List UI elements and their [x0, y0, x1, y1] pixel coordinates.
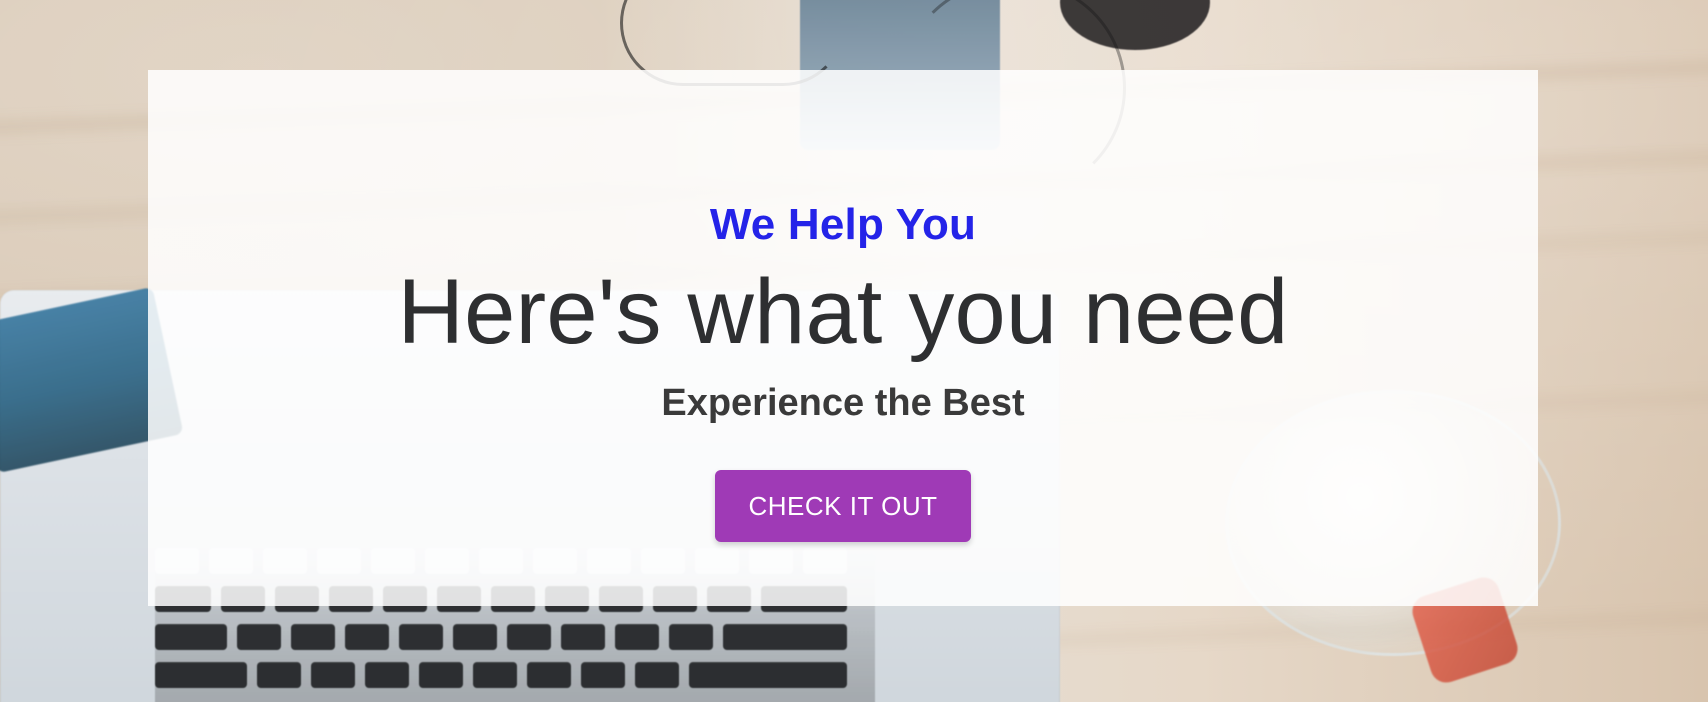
background-key [453, 624, 497, 650]
background-key [581, 662, 625, 688]
background-key [723, 624, 847, 650]
background-key [635, 662, 679, 688]
background-key [237, 624, 281, 650]
background-key [419, 662, 463, 688]
hero-card: We Help You Here's what you need Experie… [148, 70, 1538, 606]
background-key [257, 662, 301, 688]
background-key [155, 624, 227, 650]
background-key [365, 662, 409, 688]
background-key [689, 662, 847, 688]
hero-headline: Here's what you need [397, 261, 1289, 363]
background-key [311, 662, 355, 688]
background-key [669, 624, 713, 650]
background-key [507, 624, 551, 650]
background-key [615, 624, 659, 650]
hero-subheadline: Experience the Best [661, 382, 1025, 424]
background-key [155, 662, 247, 688]
background-key [399, 624, 443, 650]
check-it-out-button[interactable]: CHECK IT OUT [715, 470, 971, 542]
hero-content: We Help You Here's what you need Experie… [148, 70, 1538, 606]
hero-kicker: We Help You [709, 200, 977, 249]
background-key [561, 624, 605, 650]
background-key [291, 624, 335, 650]
background-key [345, 624, 389, 650]
background-key [527, 662, 571, 688]
background-key [473, 662, 517, 688]
